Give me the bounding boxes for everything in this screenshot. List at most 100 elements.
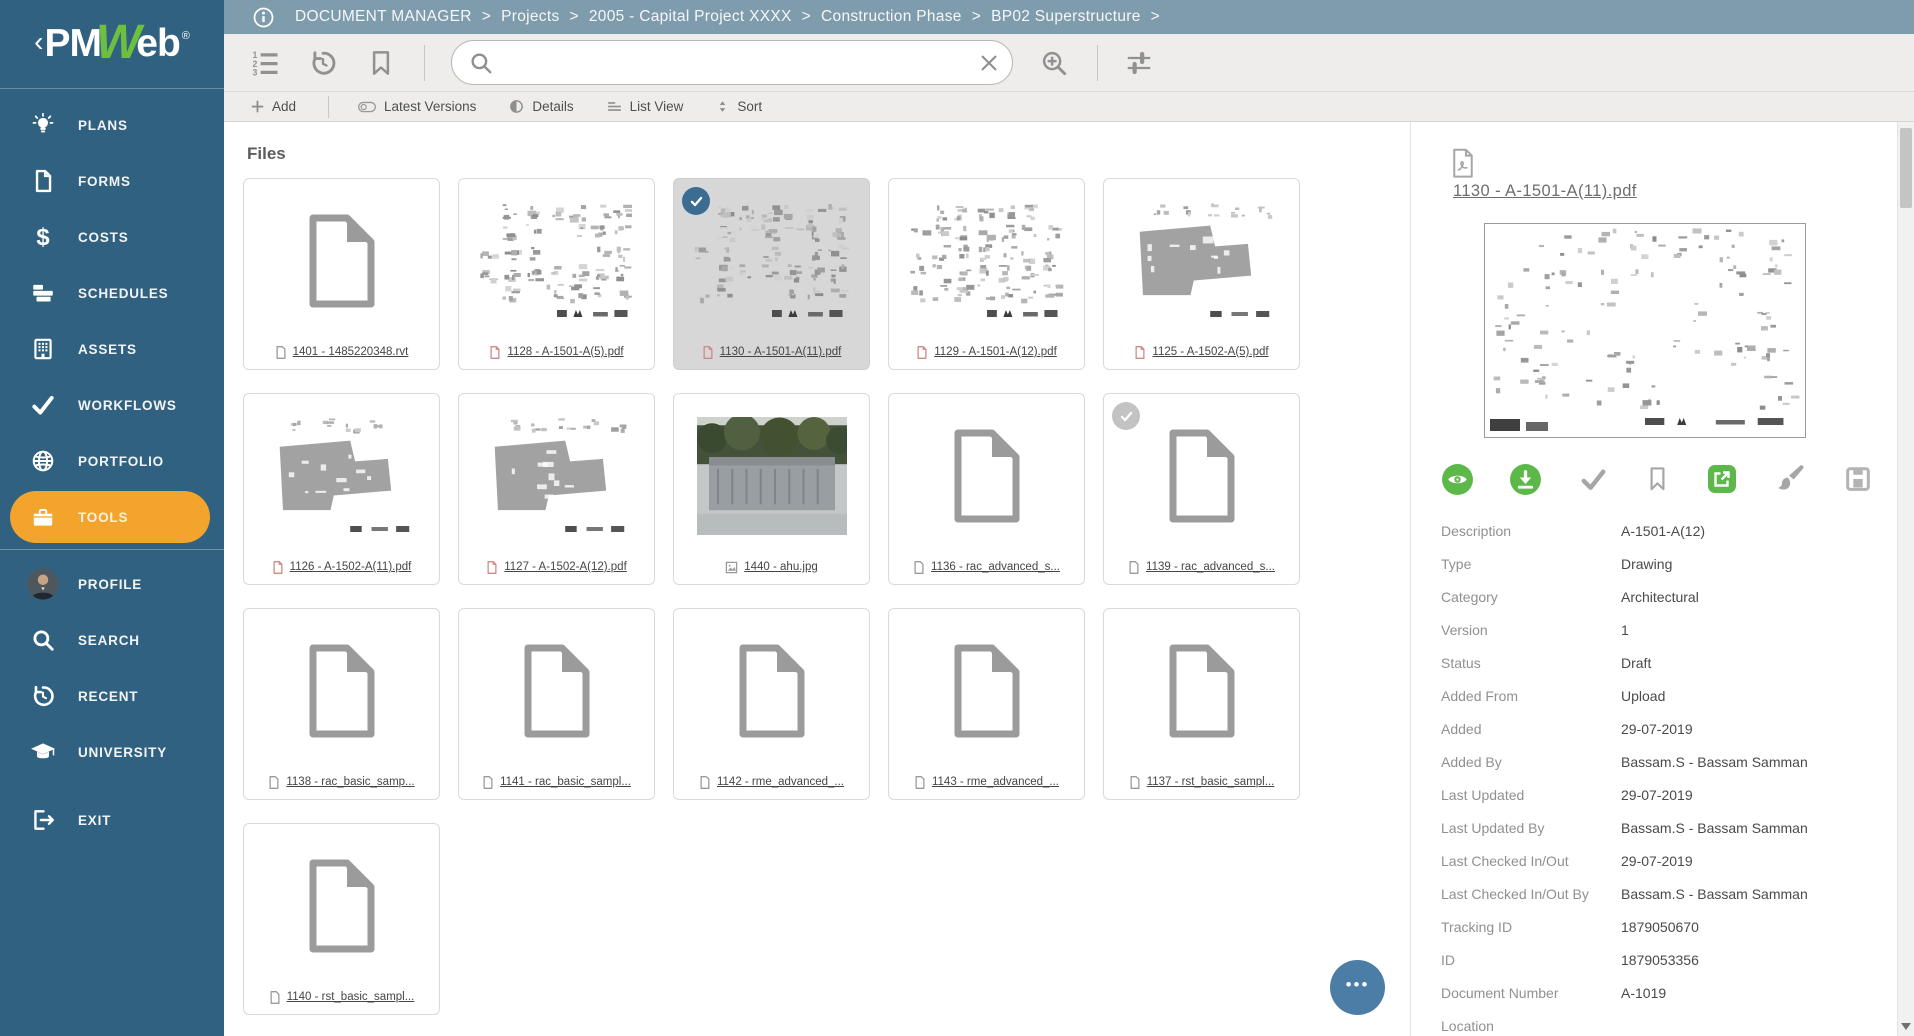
sidebar-label: ASSETS xyxy=(78,342,137,357)
collapse-chevron-icon[interactable]: ‹ xyxy=(34,26,43,58)
bookmark-icon[interactable] xyxy=(366,48,396,78)
file-link[interactable]: 1139 - rac_advanced_s... xyxy=(1146,561,1275,573)
file-card[interactable]: 1440 - ahu.jpg xyxy=(673,393,870,585)
sidebar-divider xyxy=(0,549,224,550)
metadata-value: 1879050670 xyxy=(1621,919,1699,935)
file-link[interactable]: 1140 - rst_basic_sampl... xyxy=(287,991,415,1003)
file-link[interactable]: 1141 - rac_basic_sampl... xyxy=(500,776,631,788)
bookmark-icon[interactable] xyxy=(1644,464,1671,494)
breadcrumb-item[interactable]: Projects xyxy=(501,8,559,26)
file-link[interactable]: 1127 - A-1502-A(12).pdf xyxy=(504,561,627,573)
file-card[interactable]: 1137 - rst_basic_sampl... xyxy=(1103,608,1300,800)
brush-icon[interactable] xyxy=(1774,462,1808,496)
sidebar-label: TOOLS xyxy=(78,510,128,525)
sidebar-item-portfolio[interactable]: PORTFOLIO xyxy=(0,433,224,489)
clear-search-icon[interactable] xyxy=(978,52,1000,74)
document-icon xyxy=(30,168,56,194)
sidebar-item-forms[interactable]: FORMS xyxy=(0,153,224,209)
download-icon[interactable] xyxy=(1509,463,1542,496)
metadata-label: Tracking ID xyxy=(1441,919,1621,935)
file-card[interactable]: 1143 - rme_advanced_... xyxy=(888,608,1085,800)
file-card[interactable]: 1127 - A-1502-A(12).pdf xyxy=(458,393,655,585)
file-card[interactable]: 1136 - rac_advanced_s... xyxy=(888,393,1085,585)
sidebar-item-exit[interactable]: EXIT xyxy=(0,792,224,848)
file-card[interactable]: 1142 - rme_advanced_... xyxy=(673,608,870,800)
file-card[interactable]: 1128 - A-1501-A(5).pdf xyxy=(458,178,655,370)
breadcrumb-item[interactable]: DOCUMENT MANAGER xyxy=(295,8,472,26)
file-icon xyxy=(1129,775,1141,790)
file-link[interactable]: 1142 - rme_advanced_... xyxy=(717,776,844,788)
sidebar-item-profile[interactable]: PROFILE xyxy=(0,556,224,612)
more-actions-button[interactable]: ••• xyxy=(1330,960,1385,1015)
ordered-list-icon[interactable]: 123 xyxy=(250,48,280,78)
check-badge[interactable] xyxy=(1112,402,1140,430)
sidebar-item-search[interactable]: SEARCH xyxy=(0,612,224,668)
selected-check-badge[interactable] xyxy=(682,187,710,215)
file-icon xyxy=(913,560,925,575)
file-link[interactable]: 1125 - A-1502-A(5).pdf xyxy=(1152,346,1268,358)
breadcrumb-item[interactable]: 2005 - Capital Project XXXX xyxy=(589,8,792,26)
view-icon[interactable] xyxy=(1441,463,1474,496)
zoom-in-icon[interactable] xyxy=(1039,48,1069,78)
file-link[interactable]: 1138 - rac_basic_samp... xyxy=(286,776,414,788)
file-link[interactable]: 1129 - A-1501-A(12).pdf xyxy=(934,346,1057,358)
file-link[interactable]: 1143 - rme_advanced_... xyxy=(932,776,1059,788)
sidebar-item-recent[interactable]: RECENT xyxy=(0,668,224,724)
open-external-icon[interactable] xyxy=(1706,463,1738,495)
pmweb-logo[interactable]: ‹PMWeb® xyxy=(0,0,224,89)
file-card[interactable]: 1130 - A-1501-A(11).pdf xyxy=(673,178,870,370)
file-card[interactable]: 1401 - 1485220348.rvt xyxy=(243,178,440,370)
file-card[interactable]: 1139 - rac_advanced_s... xyxy=(1103,393,1300,585)
sidebar-nav: PLANS FORMS $ COSTS SCHEDULES ASSETS WOR… xyxy=(0,89,224,848)
sidebar-label: FORMS xyxy=(78,174,131,189)
file-link[interactable]: 1137 - rst_basic_sampl... xyxy=(1147,776,1275,788)
check-icon[interactable] xyxy=(1578,464,1609,495)
file-link[interactable]: 1130 - A-1501-A(11).pdf xyxy=(720,346,842,358)
sort-button[interactable]: Sort xyxy=(715,98,762,115)
files-heading: Files xyxy=(247,144,1410,164)
breadcrumb-item[interactable]: BP02 Superstructure xyxy=(991,8,1141,26)
vertical-scrollbar[interactable] xyxy=(1897,122,1914,1036)
file-card[interactable]: 1138 - rac_basic_samp... xyxy=(243,608,440,800)
file-link[interactable]: 1126 - A-1502-A(11).pdf xyxy=(290,561,412,573)
sidebar-item-schedules[interactable]: SCHEDULES xyxy=(0,265,224,321)
sidebar-label: PLANS xyxy=(78,118,128,133)
sidebar-item-university[interactable]: UNIVERSITY xyxy=(0,724,224,780)
file-link[interactable]: 1440 - ahu.jpg xyxy=(744,561,818,573)
file-name-row: 1142 - rme_advanced_... xyxy=(674,769,869,799)
file-thumbnail xyxy=(459,179,654,339)
sidebar-item-plans[interactable]: PLANS xyxy=(0,97,224,153)
document-preview[interactable] xyxy=(1484,223,1806,438)
file-card[interactable]: 1125 - A-1502-A(5).pdf xyxy=(1103,178,1300,370)
file-card[interactable]: 1126 - A-1502-A(11).pdf xyxy=(243,393,440,585)
building-icon xyxy=(30,336,56,362)
breadcrumb-separator: > xyxy=(972,8,981,26)
breadcrumb-item[interactable]: Construction Phase xyxy=(821,8,962,26)
save-icon[interactable] xyxy=(1843,464,1873,494)
history-icon[interactable] xyxy=(308,48,338,78)
file-card[interactable]: 1141 - rac_basic_sampl... xyxy=(458,608,655,800)
details-filename-link[interactable]: 1130 - A-1501-A(11).pdf xyxy=(1453,182,1637,201)
scroll-down-arrow-icon[interactable] xyxy=(1901,1023,1911,1030)
file-link[interactable]: 1136 - rac_advanced_s... xyxy=(931,561,1060,573)
file-card[interactable]: 1129 - A-1501-A(12).pdf xyxy=(888,178,1085,370)
details-toggle[interactable]: Details xyxy=(508,98,573,115)
file-card[interactable]: 1140 - rst_basic_sampl... xyxy=(243,823,440,1015)
file-link[interactable]: 1401 - 1485220348.rvt xyxy=(293,346,409,358)
file-name-row: 1440 - ahu.jpg xyxy=(674,554,869,584)
info-icon[interactable] xyxy=(252,6,275,29)
main-area: DOCUMENT MANAGER>Projects>2005 - Capital… xyxy=(224,0,1914,1036)
search-input[interactable] xyxy=(504,41,978,84)
sidebar-label: UNIVERSITY xyxy=(78,745,167,760)
sidebar-item-tools[interactable]: TOOLS xyxy=(10,491,210,543)
filters-sliders-icon[interactable] xyxy=(1124,48,1154,78)
list-view-button[interactable]: List View xyxy=(606,98,684,115)
sidebar-item-workflows[interactable]: WORKFLOWS xyxy=(0,377,224,433)
add-button[interactable]: Add xyxy=(250,99,296,114)
latest-versions-toggle[interactable]: Latest Versions xyxy=(357,99,476,114)
file-link[interactable]: 1128 - A-1501-A(5).pdf xyxy=(507,346,623,358)
image-icon xyxy=(725,560,738,575)
sidebar-item-costs[interactable]: $ COSTS xyxy=(0,209,224,265)
scrollbar-thumb[interactable] xyxy=(1900,128,1912,208)
sidebar-item-assets[interactable]: ASSETS xyxy=(0,321,224,377)
